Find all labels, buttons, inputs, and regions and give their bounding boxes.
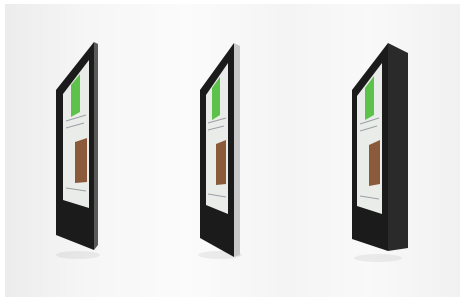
panel-deep-box [352,43,408,262]
panel-shadow [354,254,402,262]
panel-edge [388,43,408,251]
screen-photo-tile [369,140,380,186]
product-photo [0,0,464,304]
